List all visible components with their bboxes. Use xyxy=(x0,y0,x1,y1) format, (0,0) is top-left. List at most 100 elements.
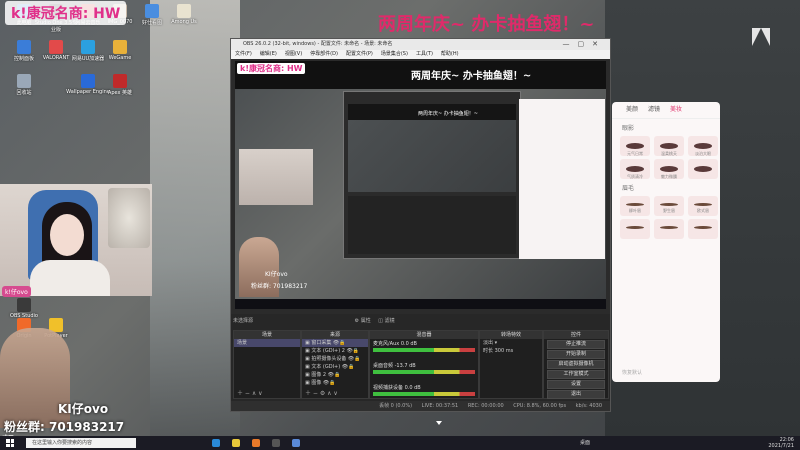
eyebrow-option[interactable] xyxy=(620,219,650,239)
eyeshadow-option[interactable]: 淡泊大眼 xyxy=(688,136,718,156)
eye-icon xyxy=(694,166,712,172)
eyebrow-icon xyxy=(660,203,678,206)
eyeshadow-option[interactable]: 元气日常 xyxy=(620,136,650,156)
source-item[interactable]: ▣ 图像 2 👁🔒 xyxy=(302,371,368,379)
menu-item[interactable]: 编辑(E) xyxy=(260,51,277,57)
eyebrow-option[interactable]: 柳叶眉 xyxy=(620,196,650,216)
preview-fans-text: 粉丝群: 701983217 xyxy=(251,283,308,290)
filters-label: 滤镜 xyxy=(384,318,395,324)
eyeshadow-option[interactable] xyxy=(688,159,718,179)
obs-statusbar: 丢帧 0 (0.0%) LIVE: 00:37:51 REC: 00:00:00… xyxy=(231,401,610,411)
edge-icon[interactable] xyxy=(212,439,220,447)
bitrate: kb/s: 4030 xyxy=(575,403,602,409)
mixer-channel[interactable]: 麦克风/Aux 0.0 dB xyxy=(370,339,478,361)
mixer-channel[interactable]: 桌面音频 -13.7 dB xyxy=(370,361,478,383)
desktop-icon-label: Apex 英雄 xyxy=(107,90,133,96)
preview-beauty-panel xyxy=(519,99,605,259)
eyebrow-option[interactable]: 野生眉 xyxy=(654,196,684,216)
option-label: 温柔桃夭 xyxy=(661,151,677,156)
obs-titlebar[interactable]: OBS 26.0.2 (32-bit, windows) - 配置文件: 未命名… xyxy=(231,39,610,50)
menu-item[interactable]: 文件(F) xyxy=(235,51,252,57)
menu-item[interactable]: 配置文件(P) xyxy=(346,51,373,57)
taskbar-clock[interactable]: 22:06 2021/7/21 xyxy=(768,437,794,449)
beauty-tabs[interactable]: 美颜 滤镜 美妆 xyxy=(612,102,720,119)
duration-value: 300 ms xyxy=(494,348,514,354)
source-item[interactable]: ▣ 文本 (GDI+) 2 👁🔒 xyxy=(302,347,368,355)
desktop-icon[interactable]: OBS Studio xyxy=(2,298,46,319)
source-item[interactable]: ▣ 图像 👁🔒 xyxy=(302,379,368,387)
scenes-footer-controls[interactable]: ＋ − ∧ ∨ xyxy=(234,390,303,398)
sources-title: 来源 xyxy=(302,331,368,339)
control-button[interactable]: 设置 xyxy=(547,380,605,389)
taskbar-search-input[interactable]: 在这里输入你要搜索的内容 xyxy=(26,438,136,448)
window-controls[interactable]: —▢✕ xyxy=(563,39,606,50)
eyebrow-icon xyxy=(694,226,712,229)
eyeshadow-grid: 元气日常 温柔桃夭 淡泊大眼气质清冷 魅力微醺 xyxy=(612,136,720,179)
nested-docks xyxy=(348,196,516,254)
obs-taskbar-icon[interactable] xyxy=(272,439,280,447)
desktop-icon[interactable]: Apex 英雄 xyxy=(98,74,142,96)
desktop-icon[interactable]: WeGame xyxy=(98,40,142,61)
reset-default-button[interactable]: 恢复默认 xyxy=(622,369,642,376)
control-button[interactable]: 停止推流 xyxy=(547,340,605,349)
mixer-title: 混音器 xyxy=(370,331,478,339)
nested-desktop xyxy=(348,120,516,192)
control-button[interactable]: 工作室模式 xyxy=(547,370,605,379)
eyeshadow-option[interactable]: 温柔桃夭 xyxy=(654,136,684,156)
beauty-panel[interactable]: 美颜 滤镜 美妆 眼影 元气日常 温柔桃夭 淡泊大眼 气质清冷 魅力微醺 眉毛 柳叶眉 野生眉… xyxy=(612,102,720,382)
eyebrow-icon xyxy=(626,203,644,206)
eyebrow-option[interactable] xyxy=(688,219,718,239)
beauty-tab[interactable]: 滤镜 xyxy=(648,106,660,113)
control-button[interactable]: 启动虚拟摄像机 xyxy=(547,360,605,369)
dropped-frames: 丢帧 0 (0.0%) xyxy=(379,403,413,409)
eyebrow-option[interactable] xyxy=(654,219,684,239)
transition-duration[interactable]: 时长 300 ms xyxy=(480,347,542,355)
live-time: LIVE: 00:37:51 xyxy=(421,403,459,409)
background-wall-left xyxy=(150,0,240,436)
controls-title: 控件 xyxy=(544,331,608,339)
volume-meter[interactable] xyxy=(373,370,475,374)
control-button[interactable]: 退出 xyxy=(547,390,605,399)
beauty-tab[interactable]: 美颜 xyxy=(626,106,638,113)
chrome-icon[interactable] xyxy=(232,439,240,447)
obs-window-title: OBS 26.0.2 (32-bit, windows) - 配置文件: 未命名… xyxy=(243,41,393,47)
app-taskbar-icon[interactable] xyxy=(292,439,300,447)
preview-taskbar xyxy=(235,299,606,309)
eyeshadow-option[interactable]: 魅力微醺 xyxy=(654,159,684,179)
control-button[interactable]: 开始录制 xyxy=(547,350,605,359)
app-icon xyxy=(177,4,191,18)
volume-meter[interactable] xyxy=(373,392,475,396)
filters-button[interactable]: ◫ 滤镜 xyxy=(378,318,394,324)
menu-item[interactable]: 停靠部件(D) xyxy=(310,51,338,57)
source-item[interactable]: ▣ 拍照摄像头设备 👁🔒 xyxy=(302,355,368,363)
desktop-toolbar-label[interactable]: 桌面 xyxy=(580,439,590,446)
properties-label: 属性 xyxy=(360,318,371,324)
menu-item[interactable]: 帮助(H) xyxy=(441,51,459,57)
eyebrow-option[interactable]: 欧式眉 xyxy=(688,196,718,216)
volume-meter[interactable] xyxy=(373,348,475,352)
app-icon xyxy=(145,4,159,18)
obs-preview[interactable]: k!康冠名商: HW 两周年庆~ 办卡抽鱼翅！~ 两周年庆~ 办卡抽鱼翅！~ K… xyxy=(235,61,606,309)
obs-menubar[interactable]: 文件(F) 编辑(E) 视图(V) 停靠部件(D) 配置文件(P) 场景集合(S) 工具(T… xyxy=(231,50,610,59)
source-item[interactable]: ▣ 窗口采集 👁🔒 xyxy=(302,339,368,347)
windows-start-icon[interactable] xyxy=(6,439,14,447)
sources-footer-controls[interactable]: ＋ − ⚙ ∧ ∨ xyxy=(302,390,371,398)
obs-window[interactable]: OBS 26.0.2 (32-bit, windows) - 配置文件: 未命名… xyxy=(230,38,611,412)
properties-button[interactable]: ⚙ 属性 xyxy=(355,318,371,324)
source-item[interactable]: ▣ 文本 (GDI+) 👁🔒 xyxy=(302,363,368,371)
transition-type-select[interactable]: 淡出 ▾ xyxy=(480,339,542,347)
beauty-tab[interactable]: 美妆 xyxy=(670,106,682,113)
app-icon xyxy=(113,40,127,54)
menu-item[interactable]: 场景集合(S) xyxy=(381,51,408,57)
menu-item[interactable]: 视图(V) xyxy=(285,51,302,57)
controls-dock: 控件 停止推流 开始录制 启动虚拟摄像机 工作室模式 设置 退出 xyxy=(543,330,609,399)
desktop-icon[interactable]: Among Us xyxy=(162,4,206,25)
explorer-icon[interactable] xyxy=(252,439,260,447)
webcam-feed xyxy=(0,184,152,296)
desktop-icon[interactable]: 回收站 xyxy=(2,74,46,96)
eye-icon xyxy=(660,166,678,172)
taskbar: 在这里输入你要搜索的内容 桌面 22:06 2021/7/21 xyxy=(0,436,800,450)
eyeshadow-option[interactable]: 气质清冷 xyxy=(620,159,650,179)
menu-item[interactable]: 工具(T) xyxy=(416,51,433,57)
scene-item[interactable]: 场景 xyxy=(234,339,300,347)
